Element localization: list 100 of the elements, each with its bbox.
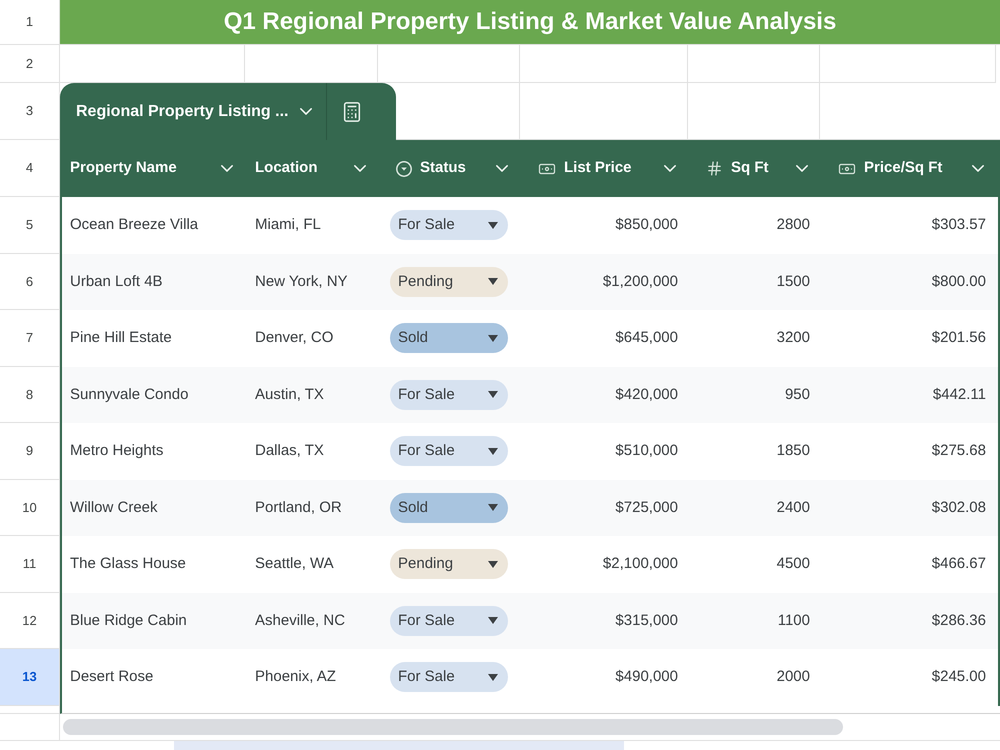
caret-icon xyxy=(488,504,498,512)
table-cell-text: Sunnyvale Condo xyxy=(69,384,190,404)
caret-icon xyxy=(488,334,498,342)
table-cell-text: Blue Ridge Cabin xyxy=(69,610,188,630)
table-cell-text: Willow Creek xyxy=(69,498,159,518)
status-dropdown[interactable]: Sold xyxy=(390,323,508,354)
table-cell-text: 4500 xyxy=(776,554,811,574)
chevron-down-icon xyxy=(354,165,366,172)
table-cell-text: $201.56 xyxy=(930,328,987,348)
row-number[interactable]: 13 xyxy=(0,649,60,706)
caret-icon xyxy=(488,222,498,229)
table-cell-text: Phoenix, AZ xyxy=(254,667,337,687)
status-label: For Sale xyxy=(398,441,455,461)
chevron-down-icon xyxy=(664,165,676,172)
column-header[interactable]: Status xyxy=(380,140,522,197)
row-number[interactable]: 7 xyxy=(0,310,60,366)
table-cell-text: $442.11 xyxy=(932,384,987,404)
table-cell-text: Portland, OR xyxy=(254,498,343,518)
chevron-down-icon xyxy=(221,165,233,172)
status-dropdown[interactable]: For Sale xyxy=(390,662,508,692)
table-cell-text: $420,000 xyxy=(614,384,679,404)
dropdown-circle-icon xyxy=(396,160,412,176)
status-label: Sold xyxy=(398,328,428,348)
table-cell-text: $1,200,000 xyxy=(602,272,679,292)
table-cell-text: $302.08 xyxy=(930,498,987,518)
table-cell-text: $303.57 xyxy=(930,215,987,235)
table-cell-text: Austin, TX xyxy=(254,384,325,404)
row-number[interactable]: 2 xyxy=(0,45,60,83)
table-cell-text: Ocean Breeze Villa xyxy=(69,215,200,235)
caret-icon xyxy=(488,674,498,681)
row-number[interactable]: 8 xyxy=(0,366,60,423)
status-dropdown[interactable]: For Sale xyxy=(390,606,508,636)
chevron-down-icon xyxy=(972,165,984,172)
row-number[interactable]: 10 xyxy=(0,480,60,536)
row-number[interactable]: 9 xyxy=(0,423,60,480)
status-label: For Sale xyxy=(398,215,455,235)
table-cell-text: Metro Heights xyxy=(69,441,164,461)
caret-icon xyxy=(488,560,498,568)
row-number[interactable]: 5 xyxy=(0,197,60,254)
row-number[interactable]: 1 xyxy=(0,0,60,45)
table-cell-text: $315,000 xyxy=(614,610,679,630)
column-header[interactable]: Price/Sq Ft xyxy=(822,140,998,197)
table-cell-text: Dallas, TX xyxy=(254,441,325,461)
table-cell-text: 1500 xyxy=(776,272,811,292)
status-dropdown[interactable]: Pending xyxy=(390,549,508,580)
chevron-down-icon xyxy=(496,165,508,172)
caret-icon xyxy=(488,448,498,455)
title-banner: Q1 Regional Property Listing & Market Value Analysis xyxy=(60,0,1000,45)
column-header[interactable]: Location xyxy=(247,140,380,197)
table-cell-text: Urban Loft 4B xyxy=(69,272,164,292)
table-cell-text: Pine Hill Estate xyxy=(69,328,173,348)
caret-icon xyxy=(488,278,498,286)
status-label: For Sale xyxy=(398,667,455,687)
table-cell-text: $245.00 xyxy=(930,667,987,687)
scrollbar-thumb[interactable] xyxy=(63,718,843,734)
chevron-down-icon xyxy=(300,108,312,115)
table-cell-text: $286.36 xyxy=(930,610,987,630)
table-cell-text: Seattle, WA xyxy=(254,554,335,574)
table-cell-text: $510,000 xyxy=(614,441,679,461)
column-header[interactable]: Sq Ft xyxy=(690,140,822,197)
row-number[interactable]: 3 xyxy=(0,83,60,140)
table-cell-text: $800.00 xyxy=(930,272,987,292)
status-label: For Sale xyxy=(398,610,455,630)
status-dropdown[interactable]: Sold xyxy=(390,492,508,523)
table-cell-text: $645,000 xyxy=(614,328,679,348)
table-cell-text: 2000 xyxy=(776,667,811,687)
table-cell-text: Miami, FL xyxy=(254,215,322,235)
status-dropdown[interactable]: For Sale xyxy=(390,380,508,410)
column-header[interactable]: Property Name xyxy=(62,140,247,197)
row-number[interactable]: 11 xyxy=(0,536,60,592)
status-label: For Sale xyxy=(398,384,455,404)
table-cell-text: 3200 xyxy=(776,328,811,348)
row-number[interactable]: 4 xyxy=(0,140,60,197)
status-label: Sold xyxy=(398,498,428,518)
hash-icon xyxy=(706,160,723,177)
table-cell-text: $850,000 xyxy=(614,215,679,235)
chevron-down-icon xyxy=(796,165,808,172)
table-cell-text: Desert Rose xyxy=(69,667,154,687)
row-number[interactable]: 12 xyxy=(0,592,60,649)
caret-icon xyxy=(488,617,498,624)
status-dropdown[interactable]: For Sale xyxy=(390,210,508,240)
table-cell-text: The Glass House xyxy=(69,554,187,574)
caret-icon xyxy=(488,391,498,398)
status-dropdown[interactable]: For Sale xyxy=(390,436,508,466)
table-cell-text: $2,100,000 xyxy=(602,554,679,574)
row-number[interactable]: 6 xyxy=(0,254,60,310)
table-cell-text: 1850 xyxy=(776,441,811,461)
column-header[interactable]: List Price xyxy=(522,140,690,197)
table-cell-text: New York, NY xyxy=(254,272,349,292)
table-cell-text: $275.68 xyxy=(930,441,987,461)
table-cell-text: $490,000 xyxy=(614,667,679,687)
table-cell-text: 1100 xyxy=(776,610,811,630)
status-label: Pending xyxy=(398,554,454,574)
table-cell-text: 950 xyxy=(784,384,811,404)
status-label: Pending xyxy=(398,272,454,292)
table-cell-text: $725,000 xyxy=(614,498,679,518)
table-cell-text: $466.67 xyxy=(930,554,987,574)
table-cell-text: 2400 xyxy=(776,498,811,518)
table-cell-text: 2800 xyxy=(776,215,811,235)
status-dropdown[interactable]: Pending xyxy=(390,266,508,297)
